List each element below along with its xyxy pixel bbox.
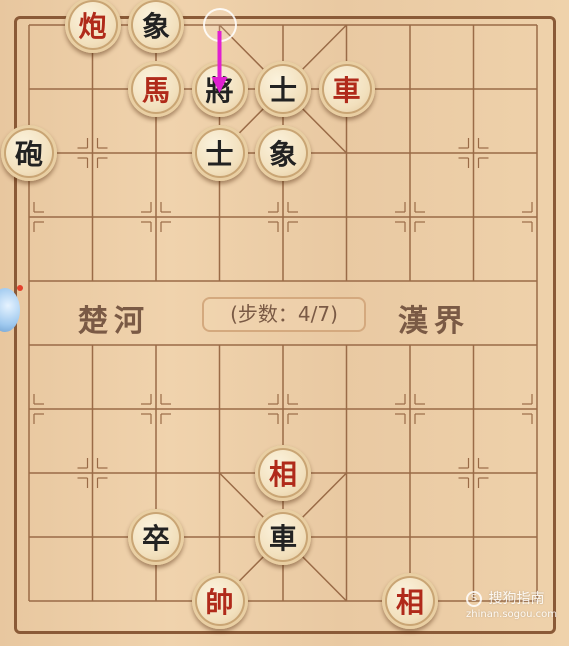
xiangqi-board[interactable]: 楚河 漢界 (步数：4/7) 炮象馬將士車砲士象相卒車帥相 S 搜狗指南 zhi… <box>0 0 569 646</box>
move-arrow <box>211 31 228 93</box>
move-arrow-head <box>211 77 228 93</box>
